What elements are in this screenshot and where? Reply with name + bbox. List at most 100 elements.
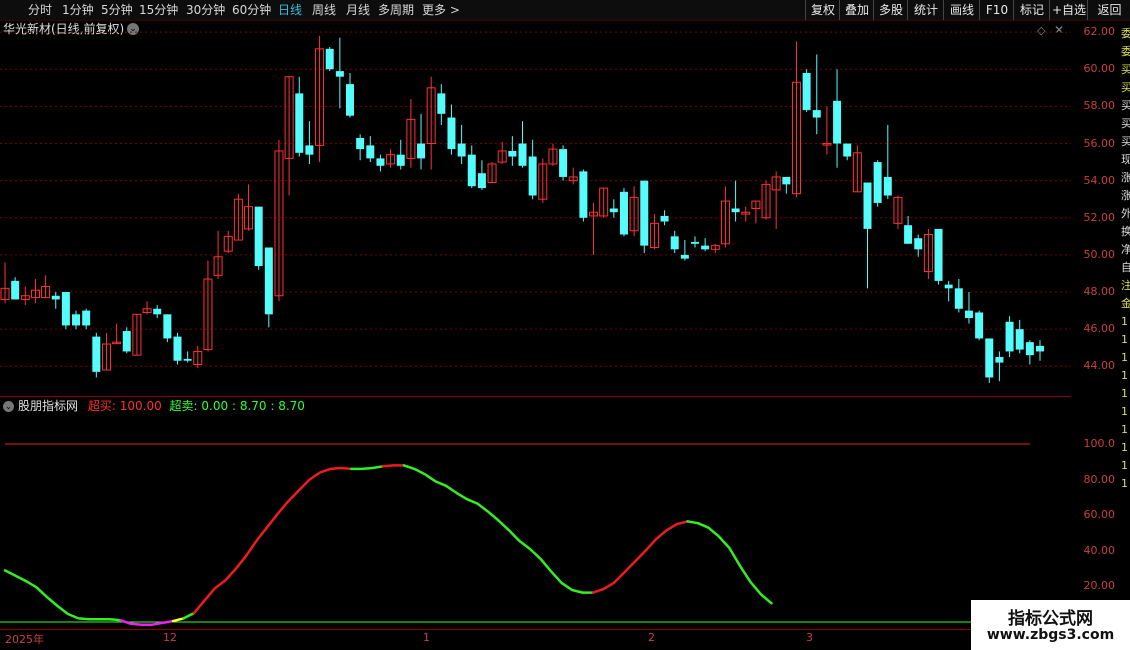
info-strip-char: 自 — [1121, 261, 1130, 274]
indicator-line-segment — [192, 466, 353, 615]
indicator-line-segment — [686, 520, 773, 605]
candle-body — [944, 284, 953, 289]
candle-body — [153, 308, 162, 315]
candle-body — [833, 100, 842, 144]
candle-body — [883, 176, 892, 196]
info-strip-char: 注 — [1121, 279, 1130, 292]
candle-body — [691, 241, 699, 244]
candle-body — [508, 150, 517, 157]
info-strip-char: 涨 — [1121, 171, 1130, 184]
candle-body — [782, 176, 791, 185]
info-strip-char: 1 — [1121, 459, 1128, 472]
indicator-tick-label: 40.00 — [1083, 543, 1116, 557]
indicator-line-segment — [381, 464, 406, 468]
indicator-line-segment — [182, 611, 196, 620]
info-strip-char: 1 — [1121, 423, 1128, 436]
info-strip-char: 现 — [1121, 153, 1130, 166]
candle-body — [670, 236, 679, 250]
info-strip-char: 1 — [1121, 477, 1128, 490]
candle-body — [92, 336, 101, 372]
info-strip-char: 1 — [1121, 333, 1128, 346]
candle-body — [417, 143, 426, 159]
info-strip-char: 1 — [1121, 315, 1128, 328]
candle-body — [122, 331, 131, 352]
info-strip-char: 买 — [1121, 117, 1130, 130]
candle-body — [173, 336, 182, 361]
candle-body — [437, 93, 446, 114]
candle-body — [528, 156, 537, 196]
candle-body — [477, 173, 486, 189]
indicator-tick-label: 80.00 — [1083, 472, 1116, 486]
indicator-header: ⌄ 股朋指标网 超买: 100.00 超卖: 0.00 : 8.70 : 8.70 — [3, 398, 305, 414]
candle-body — [366, 145, 375, 159]
oversold-label: 超卖: — [169, 399, 198, 413]
candle-body — [72, 314, 81, 326]
candle-body — [1036, 345, 1044, 352]
indicator-line-segment — [402, 464, 595, 594]
price-tick-label: 50.00 — [1083, 247, 1116, 261]
indicator-toggle-icon[interactable]: ⌄ — [3, 401, 14, 412]
candle-body — [295, 93, 304, 153]
candle-body — [640, 180, 649, 246]
candle-body — [660, 215, 669, 222]
candle-body — [985, 338, 994, 378]
info-strip-char: 1 — [1121, 441, 1128, 454]
candle-body — [975, 312, 984, 339]
candle-body — [579, 171, 588, 218]
info-strip-char: 外 — [1121, 207, 1130, 220]
indicator-line-segment — [591, 520, 689, 594]
price-tick-label: 52.00 — [1083, 210, 1116, 224]
candle-body — [325, 48, 334, 70]
toolbar-button[interactable]: 返回 — [1087, 0, 1130, 20]
info-strip-char: 金 — [1121, 297, 1130, 310]
price-tick-label: 54.00 — [1083, 173, 1116, 187]
info-strip-char: 买 — [1121, 63, 1130, 76]
candle-body — [619, 191, 628, 235]
price-tick-label: 56.00 — [1083, 136, 1116, 150]
date-label: 3 — [806, 631, 813, 644]
oversold-values: 0.00 : 8.70 : 8.70 — [201, 399, 305, 413]
indicator-line-segment — [350, 465, 385, 471]
candle-body — [954, 288, 963, 309]
candle-body — [609, 208, 618, 213]
candle-body — [802, 72, 811, 111]
info-strip-char: 换 — [1121, 225, 1130, 238]
date-label: 2025年 — [5, 633, 44, 646]
indicator-tick-label: 60.00 — [1083, 508, 1116, 522]
info-strip-char: 买 — [1121, 99, 1130, 112]
watermark-badge: 指标公式网 www.zbgs3.com — [971, 600, 1130, 650]
candle-body — [254, 206, 263, 267]
info-strip-char: 委 — [1121, 27, 1130, 40]
candle-body — [396, 154, 405, 166]
candle-body — [873, 162, 882, 203]
candle-body — [731, 208, 740, 213]
info-strip-char: 买 — [1121, 81, 1130, 94]
candle-body — [51, 295, 60, 300]
price-axis: 62.00 60.00 58.00 56.00 54.00 52.00 50.00 48.00… — [1071, 21, 1119, 396]
date-axis: 2025年 12 1 2 3 — [0, 630, 1071, 650]
candle-body — [1015, 329, 1024, 350]
indicator-line-segment — [3, 569, 122, 622]
candle-body — [1025, 342, 1034, 356]
candle-body — [934, 228, 943, 281]
candle-body — [701, 245, 710, 250]
candle-body — [914, 238, 923, 250]
watermark-url: www.zbgs3.com — [986, 627, 1115, 643]
candle-body — [559, 149, 568, 177]
price-tick-label: 44.00 — [1083, 359, 1116, 373]
price-tick-label: 60.00 — [1083, 62, 1116, 76]
candle-body — [11, 280, 20, 300]
candle-body — [680, 254, 689, 259]
price-tick-label: 62.00 — [1083, 25, 1116, 39]
info-strip-char: 涨 — [1121, 189, 1130, 202]
candle-body — [467, 154, 476, 187]
candlestick-chart — [0, 31, 1071, 630]
candle-body — [376, 158, 385, 166]
candle-body — [843, 143, 852, 157]
info-strip-char: 净 — [1121, 243, 1130, 256]
indicator-line-segment — [171, 617, 185, 623]
info-strip-char: 买 — [1121, 135, 1130, 148]
candle-body — [964, 310, 973, 319]
info-strip-char: 委 — [1121, 45, 1130, 58]
info-strip-char: 1 — [1121, 351, 1128, 364]
